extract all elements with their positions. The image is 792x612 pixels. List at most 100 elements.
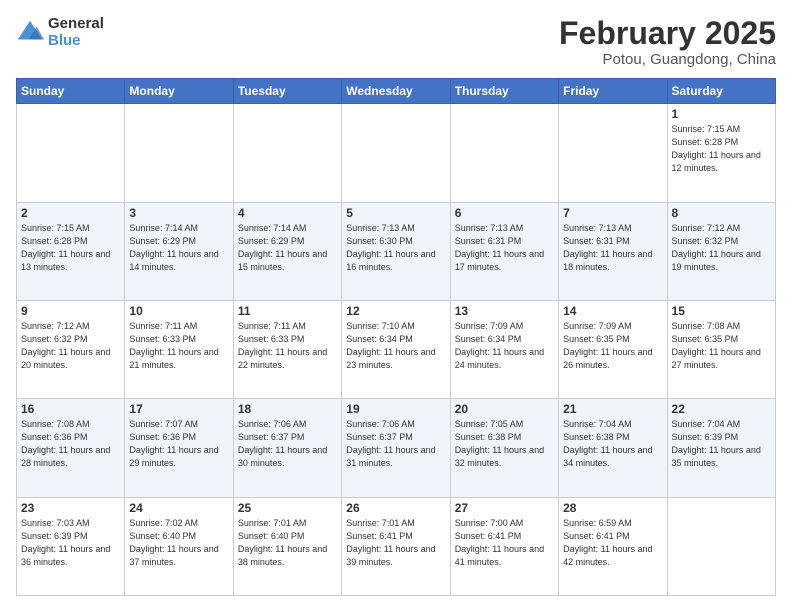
calendar-cell: 4 Sunrise: 7:14 AM Sunset: 6:29 PM Daylig… [233,202,341,300]
title-block: February 2025 Potou, Guangdong, China [559,16,776,68]
day-info: Sunrise: 7:08 AM Sunset: 6:36 PM Dayligh… [21,418,120,470]
calendar-cell: 12 Sunrise: 7:10 AM Sunset: 6:34 PM Dayli… [342,300,450,398]
day-number: 28 [563,501,662,515]
page: General Blue February 2025 Potou, Guangd… [0,0,792,612]
day-number: 21 [563,402,662,416]
day-number: 24 [129,501,228,515]
calendar-table: SundayMondayTuesdayWednesdayThursdayFrid… [16,78,776,596]
calendar-cell: 20 Sunrise: 7:05 AM Sunset: 6:38 PM Dayli… [450,399,558,497]
day-number: 3 [129,206,228,220]
calendar-cell: 11 Sunrise: 7:11 AM Sunset: 6:33 PM Dayli… [233,300,341,398]
day-info: Sunrise: 7:04 AM Sunset: 6:38 PM Dayligh… [563,418,662,470]
day-number: 11 [238,304,337,318]
day-info: Sunrise: 7:02 AM Sunset: 6:40 PM Dayligh… [129,517,228,569]
day-info: Sunrise: 7:01 AM Sunset: 6:41 PM Dayligh… [346,517,445,569]
day-info: Sunrise: 7:13 AM Sunset: 6:30 PM Dayligh… [346,222,445,274]
day-info: Sunrise: 7:09 AM Sunset: 6:35 PM Dayligh… [563,320,662,372]
calendar-cell: 25 Sunrise: 7:01 AM Sunset: 6:40 PM Dayli… [233,497,341,595]
calendar-cell: 18Sunrise: 7:06 AM Sunset: 6:37 PM Dayli… [233,399,341,497]
day-info: Sunrise: 7:15 AM Sunset: 6:28 PM Dayligh… [21,222,120,274]
calendar-cell [342,104,450,202]
day-number: 17 [129,402,228,416]
calendar-cell: 19 Sunrise: 7:06 AM Sunset: 6:37 PM Dayli… [342,399,450,497]
calendar-cell: 7 Sunrise: 7:13 AM Sunset: 6:31 PM Daylig… [559,202,667,300]
calendar-cell: 14Sunrise: 7:09 AM Sunset: 6:35 PM Dayli… [559,300,667,398]
day-number: 5 [346,206,445,220]
calendar-cell: 26 Sunrise: 7:01 AM Sunset: 6:41 PM Dayli… [342,497,450,595]
calendar-cell: 15 Sunrise: 7:08 AM Sunset: 6:35 PM Dayli… [667,300,775,398]
calendar-cell: 23 Sunrise: 7:03 AM Sunset: 6:39 PM Dayli… [17,497,125,595]
calendar-cell: 3 Sunrise: 7:14 AM Sunset: 6:29 PM Daylig… [125,202,233,300]
day-info: Sunrise: 7:10 AM Sunset: 6:34 PM Dayligh… [346,320,445,372]
calendar-cell: 24 Sunrise: 7:02 AM Sunset: 6:40 PM Dayli… [125,497,233,595]
logo-text: General Blue [48,16,104,49]
day-number: 19 [346,402,445,416]
day-info: Sunrise: 7:03 AM Sunset: 6:39 PM Dayligh… [21,517,120,569]
day-number: 1 [672,107,771,121]
logo-line1: General [48,16,104,33]
day-number: 15 [672,304,771,318]
day-info: Sunrise: 7:12 AM Sunset: 6:32 PM Dayligh… [672,222,771,274]
day-number: 25 [238,501,337,515]
calendar-cell [17,104,125,202]
calendar-cell [450,104,558,202]
day-number: 26 [346,501,445,515]
logo-icon [16,19,44,47]
day-info: Sunrise: 6:59 AM Sunset: 6:41 PM Dayligh… [563,517,662,569]
calendar-week-5: 23 Sunrise: 7:03 AM Sunset: 6:39 PM Dayli… [17,497,776,595]
calendar-cell: 2 Sunrise: 7:15 AM Sunset: 6:28 PM Daylig… [17,202,125,300]
calendar-subtitle: Potou, Guangdong, China [559,51,776,68]
day-number: 23 [21,501,120,515]
header: General Blue February 2025 Potou, Guangd… [16,16,776,68]
day-info: Sunrise: 7:12 AM Sunset: 6:32 PM Dayligh… [21,320,120,372]
header-sunday: Sunday [17,79,125,104]
day-info: Sunrise: 7:11 AM Sunset: 6:33 PM Dayligh… [238,320,337,372]
day-info: Sunrise: 7:14 AM Sunset: 6:29 PM Dayligh… [238,222,337,274]
calendar-cell: 28 Sunrise: 6:59 AM Sunset: 6:41 PM Dayli… [559,497,667,595]
day-info: Sunrise: 7:11 AM Sunset: 6:33 PM Dayligh… [129,320,228,372]
day-info: Sunrise: 7:08 AM Sunset: 6:35 PM Dayligh… [672,320,771,372]
day-number: 7 [563,206,662,220]
day-number: 22 [672,402,771,416]
calendar-cell: 9Sunrise: 7:12 AM Sunset: 6:32 PM Daylig… [17,300,125,398]
day-number: 4 [238,206,337,220]
calendar-week-1: 1 Sunrise: 7:15 AM Sunset: 6:28 PM Daylig… [17,104,776,202]
calendar-cell [667,497,775,595]
day-number: 13 [455,304,554,318]
day-info: Sunrise: 7:01 AM Sunset: 6:40 PM Dayligh… [238,517,337,569]
day-info: Sunrise: 7:13 AM Sunset: 6:31 PM Dayligh… [455,222,554,274]
logo: General Blue [16,16,104,49]
calendar-week-4: 16 Sunrise: 7:08 AM Sunset: 6:36 PM Dayli… [17,399,776,497]
calendar-week-2: 2 Sunrise: 7:15 AM Sunset: 6:28 PM Daylig… [17,202,776,300]
calendar-cell: 1 Sunrise: 7:15 AM Sunset: 6:28 PM Daylig… [667,104,775,202]
day-number: 6 [455,206,554,220]
day-info: Sunrise: 7:00 AM Sunset: 6:41 PM Dayligh… [455,517,554,569]
calendar-cell [233,104,341,202]
day-info: Sunrise: 7:05 AM Sunset: 6:38 PM Dayligh… [455,418,554,470]
day-number: 16 [21,402,120,416]
calendar-cell: 21 Sunrise: 7:04 AM Sunset: 6:38 PM Dayli… [559,399,667,497]
day-number: 12 [346,304,445,318]
day-info: Sunrise: 7:15 AM Sunset: 6:28 PM Dayligh… [672,123,771,175]
calendar-header-row: SundayMondayTuesdayWednesdayThursdayFrid… [17,79,776,104]
day-info: Sunrise: 7:13 AM Sunset: 6:31 PM Dayligh… [563,222,662,274]
header-thursday: Thursday [450,79,558,104]
header-saturday: Saturday [667,79,775,104]
calendar-title: February 2025 [559,16,776,51]
calendar-cell: 8Sunrise: 7:12 AM Sunset: 6:32 PM Daylig… [667,202,775,300]
calendar-cell: 22 Sunrise: 7:04 AM Sunset: 6:39 PM Dayli… [667,399,775,497]
calendar-cell [559,104,667,202]
day-info: Sunrise: 7:14 AM Sunset: 6:29 PM Dayligh… [129,222,228,274]
day-info: Sunrise: 7:09 AM Sunset: 6:34 PM Dayligh… [455,320,554,372]
day-info: Sunrise: 7:06 AM Sunset: 6:37 PM Dayligh… [238,418,337,470]
calendar-cell: 10Sunrise: 7:11 AM Sunset: 6:33 PM Dayli… [125,300,233,398]
header-wednesday: Wednesday [342,79,450,104]
day-number: 2 [21,206,120,220]
day-info: Sunrise: 7:04 AM Sunset: 6:39 PM Dayligh… [672,418,771,470]
day-number: 20 [455,402,554,416]
day-info: Sunrise: 7:06 AM Sunset: 6:37 PM Dayligh… [346,418,445,470]
calendar-cell: 27Sunrise: 7:00 AM Sunset: 6:41 PM Dayli… [450,497,558,595]
header-friday: Friday [559,79,667,104]
calendar-week-3: 9Sunrise: 7:12 AM Sunset: 6:32 PM Daylig… [17,300,776,398]
day-info: Sunrise: 7:07 AM Sunset: 6:36 PM Dayligh… [129,418,228,470]
